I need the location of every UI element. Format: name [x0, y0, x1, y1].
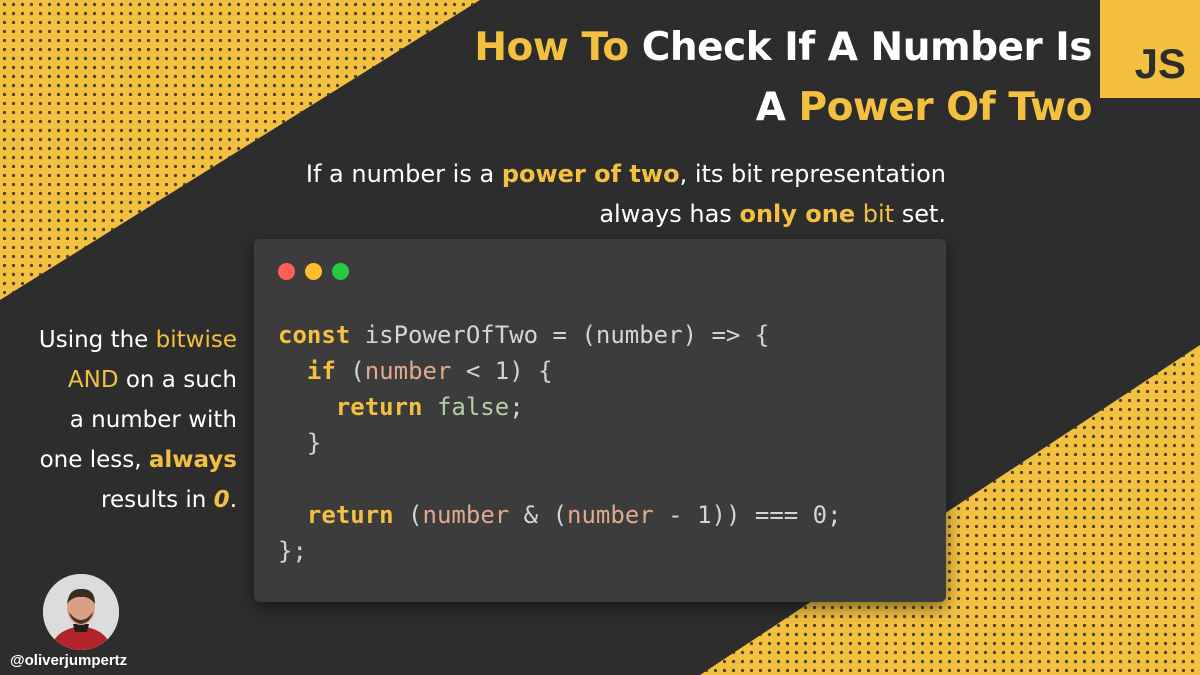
- author-handle: @oliverjumpertz: [10, 652, 128, 669]
- side-note-highlight: 0: [213, 487, 230, 513]
- close-dot-icon: [278, 263, 295, 280]
- subtitle-text: , its bit representation: [679, 160, 946, 188]
- js-logo-badge: JS: [1100, 0, 1200, 98]
- side-note-text: Using the: [38, 327, 156, 353]
- avatar: [43, 574, 119, 650]
- code-text: }: [306, 429, 322, 457]
- side-note-highlight: bitwise: [155, 327, 237, 353]
- code-text: & (: [509, 501, 568, 529]
- code-text: };: [278, 537, 307, 565]
- code-param: number: [364, 357, 452, 385]
- title-highlight: Power Of Two: [798, 85, 1092, 130]
- subtitle-highlight: only one: [739, 200, 856, 228]
- title-text: A: [755, 85, 799, 130]
- subtitle-highlight: bit: [862, 200, 895, 228]
- code-text: isPowerOfTwo = (number) => {: [350, 321, 770, 349]
- subtitle-text: always has: [599, 200, 740, 228]
- side-note: Using the bitwise AND on a such a number…: [0, 320, 237, 520]
- title-text: Check If A Number Is: [628, 25, 1093, 70]
- avatar-portrait-icon: [43, 574, 119, 650]
- code-text: (: [335, 357, 365, 385]
- subtitle-text: [855, 200, 863, 228]
- side-note-text: on a such: [118, 367, 237, 393]
- code-text: (: [393, 501, 423, 529]
- side-note-highlight: always: [148, 447, 237, 473]
- title-highlight: How To: [474, 25, 629, 70]
- code-keyword: return: [335, 393, 423, 421]
- subtitle-text: If a number is a: [305, 160, 502, 188]
- canvas: How To Check If A Number Is A Power Of T…: [0, 0, 1200, 675]
- code-text: - 1)) === 0;: [653, 501, 842, 529]
- subtitle-text: set.: [894, 200, 946, 228]
- window-controls: [278, 263, 349, 280]
- code-param: number: [422, 501, 510, 529]
- code-window: const isPowerOfTwo = (number) => { if (n…: [254, 239, 946, 602]
- side-note-text: .: [229, 487, 237, 513]
- side-note-text: a number with: [69, 407, 237, 433]
- page-title: How To Check If A Number Is A Power Of T…: [474, 18, 1092, 138]
- side-note-text: one less,: [39, 447, 149, 473]
- code-text: < 1) {: [451, 357, 553, 385]
- code-text: ;: [509, 393, 524, 421]
- minimize-dot-icon: [305, 263, 322, 280]
- code-keyword: return: [306, 501, 394, 529]
- side-note-text: results in: [101, 487, 214, 513]
- code-param: number: [567, 501, 654, 529]
- subtitle: If a number is a power of two, its bit r…: [226, 154, 946, 234]
- maximize-dot-icon: [332, 263, 349, 280]
- side-note-highlight: AND: [67, 367, 119, 393]
- code-keyword: const: [278, 321, 351, 349]
- code-keyword: if: [306, 357, 336, 385]
- subtitle-highlight: power of two: [501, 160, 680, 188]
- code-literal: false: [422, 393, 510, 421]
- code-block: const isPowerOfTwo = (number) => { if (n…: [278, 317, 842, 569]
